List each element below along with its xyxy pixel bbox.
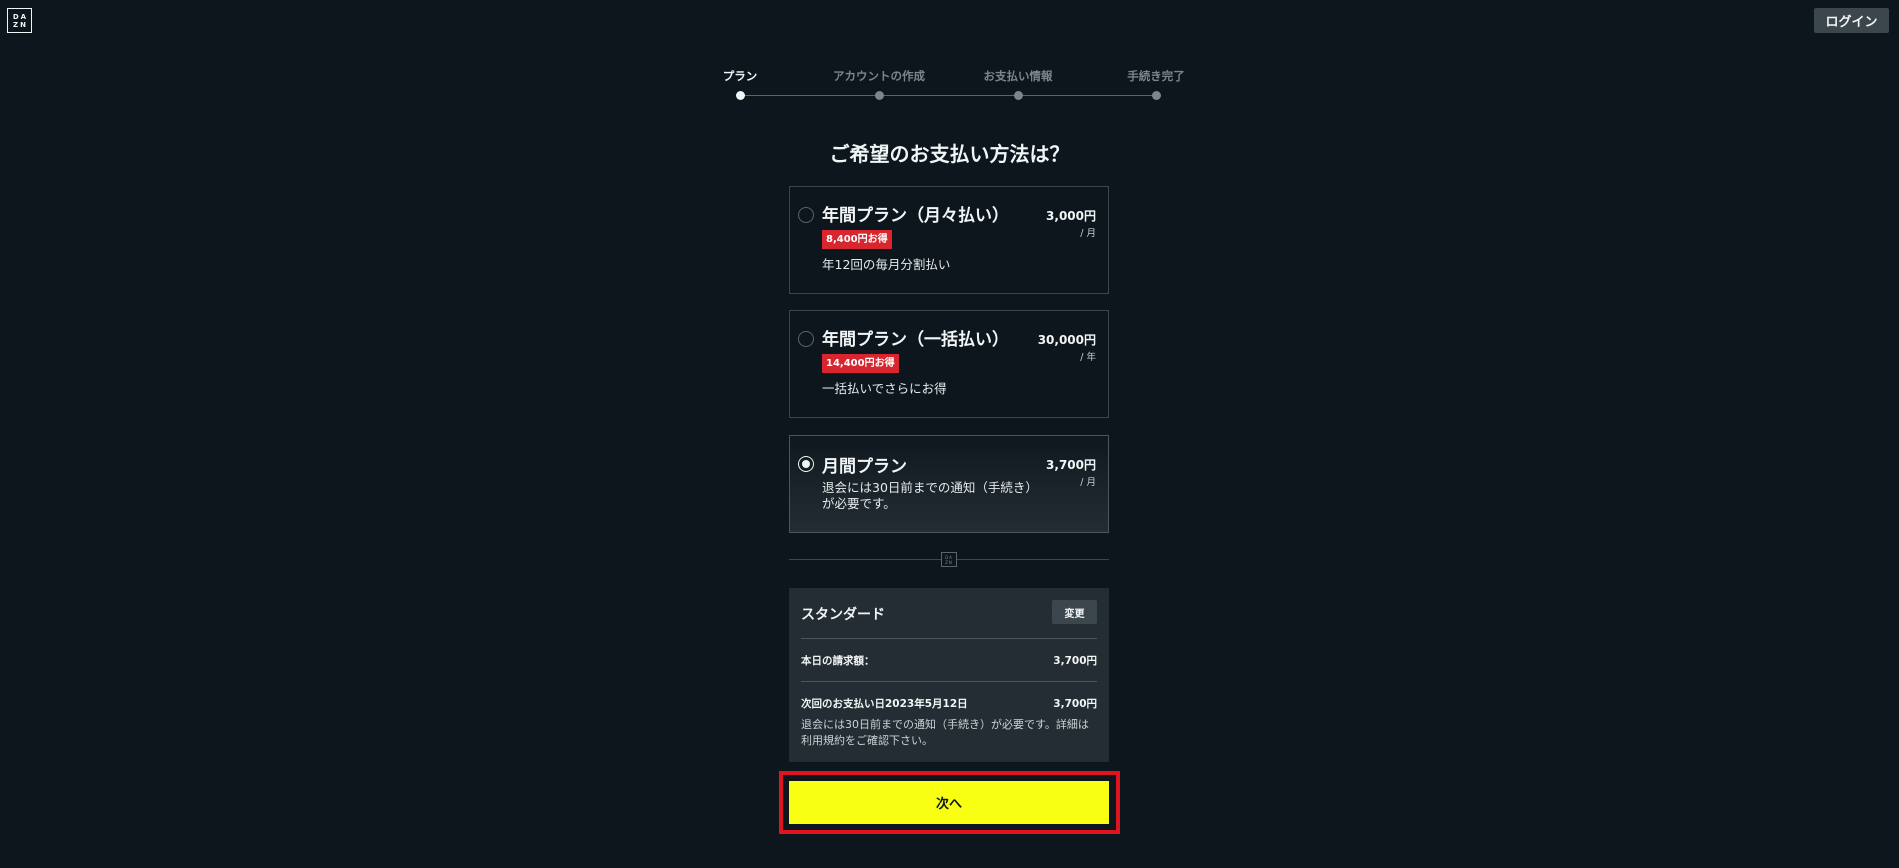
plan-name: 年間プラン（月々払い）	[822, 206, 1009, 226]
step-label: プラン	[722, 69, 758, 83]
note-line1: 退会には30日前までの通知（手続き）が必要です。詳細は	[801, 718, 1089, 731]
plan-name: 月間プラン	[822, 457, 907, 477]
today-charge-value: 3,700円	[1053, 655, 1097, 667]
step-complete: 手続き完了	[1086, 68, 1226, 100]
plan-period: / 月	[1080, 477, 1096, 488]
mark-text-bottom: ZN	[945, 559, 953, 565]
savings-badge: 8,400円お得	[822, 230, 892, 249]
plan-annual-monthly[interactable]: 年間プラン（月々払い） 8,400円お得 年12回の毎月分割払い 3,000円 …	[789, 186, 1109, 294]
plan-description-line2: が必要です。	[822, 496, 896, 511]
change-button[interactable]: 変更	[1052, 600, 1097, 624]
summary-divider	[801, 638, 1097, 639]
step-label: 手続き完了	[1127, 69, 1185, 83]
plan-name: 年間プラン（一括払い）	[822, 330, 1009, 350]
today-charge-label: 本日の請求額：	[801, 655, 875, 667]
plan-description: 一括払いでさらにお得	[822, 381, 947, 396]
plan-radio-selected[interactable]	[798, 456, 814, 472]
order-summary: スタンダード 変更 本日の請求額： 3,700円 次回のお支払い日2023年5月…	[789, 588, 1109, 762]
step-dot	[1013, 91, 1023, 100]
summary-divider	[801, 681, 1097, 682]
next-button[interactable]: 次へ	[789, 781, 1109, 824]
plan-description: 年12回の毎月分割払い	[822, 257, 951, 272]
step-account: アカウントの作成	[809, 68, 949, 100]
plan-description: 退会には30日前までの通知（手続き） が必要です。	[822, 480, 1038, 512]
dazn-logo[interactable]: DA ZN	[7, 8, 32, 33]
plan-price: 3,700円	[1046, 458, 1096, 472]
page-title: ご希望のお支払い方法は？	[829, 142, 1070, 166]
step-dot	[1151, 91, 1161, 100]
step-label: アカウントの作成	[833, 69, 925, 83]
plan-description-line1: 退会には30日前までの通知（手続き）	[822, 480, 1038, 495]
plan-period: / 年	[1080, 352, 1096, 363]
step-payment: お支払い情報	[948, 68, 1088, 100]
tier-name: スタンダード	[801, 607, 885, 623]
plan-radio[interactable]	[798, 207, 814, 223]
step-dot	[735, 91, 745, 100]
step-label: お支払い情報	[983, 69, 1053, 83]
next-payment-label: 次回のお支払い日2023年5月12日	[801, 698, 968, 710]
login-button[interactable]: ログイン	[1814, 8, 1889, 33]
progress-stepper: プラン アカウントの作成 お支払い情報 手続き完了	[700, 68, 1200, 108]
cancellation-note: 退会には30日前までの通知（手続き）が必要です。詳細は 利用規約をご確認下さい。	[801, 717, 1101, 749]
step-dot	[874, 91, 884, 100]
plan-price: 30,000円	[1037, 333, 1096, 347]
note-line2: 利用規約をご確認下さい。	[801, 734, 933, 747]
plan-price: 3,000円	[1046, 209, 1096, 223]
plan-annual-lump[interactable]: 年間プラン（一括払い） 14,400円お得 一括払いでさらにお得 30,000円…	[789, 310, 1109, 418]
dazn-mark-icon: DA ZN	[941, 552, 957, 567]
next-payment-value: 3,700円	[1053, 698, 1097, 710]
logo-text-bottom: ZN	[13, 20, 28, 29]
savings-badge: 14,400円お得	[822, 354, 899, 373]
plan-radio[interactable]	[798, 331, 814, 347]
logo-text-top: DA	[12, 12, 29, 21]
plan-period: / 月	[1080, 228, 1096, 239]
plan-monthly[interactable]: 月間プラン 退会には30日前までの通知（手続き） が必要です。 3,700円 /…	[789, 435, 1109, 533]
step-plan: プラン	[670, 68, 810, 100]
